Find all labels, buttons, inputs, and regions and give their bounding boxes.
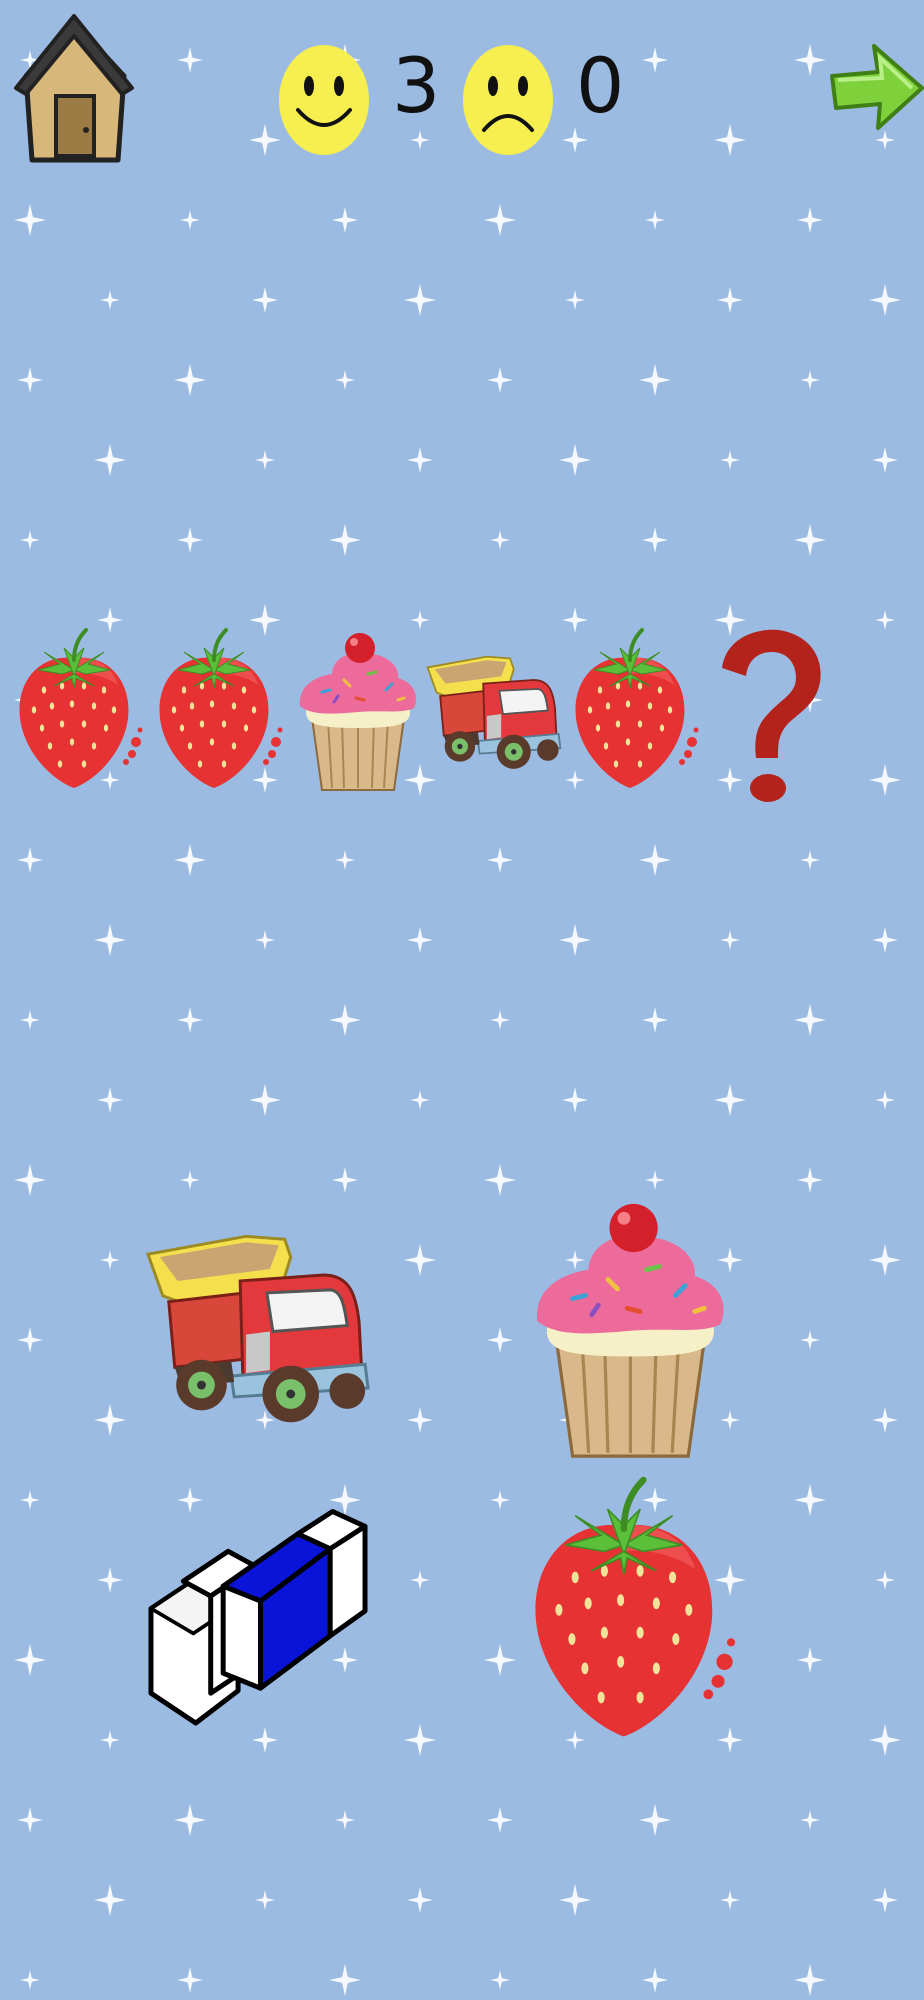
sequence-item-cupcake (298, 628, 420, 800)
choice-eraser[interactable] (146, 1500, 370, 1732)
home-button[interactable] (14, 12, 134, 163)
strawberry-icon (17, 628, 145, 790)
wrong-count: 0 (576, 41, 625, 130)
question-mark-icon (722, 629, 821, 802)
strawberry-icon (526, 1480, 738, 1756)
wrong-smiley (462, 44, 554, 156)
cupcake-icon (534, 1198, 730, 1470)
next-button[interactable] (828, 42, 924, 132)
smiley-sad-icon (463, 45, 553, 155)
sequence-item-strawberry (154, 628, 285, 800)
cupcake-icon (298, 631, 418, 792)
sequence-item-strawberry (570, 628, 701, 800)
choice-cupcake[interactable] (534, 1198, 730, 1470)
sparkle-background (14, 44, 901, 1996)
sequence-item-dump-truck (424, 650, 564, 780)
choice-strawberry[interactable] (526, 1480, 738, 1756)
eraser-icon (146, 1500, 370, 1732)
choice-dump-truck[interactable] (142, 1228, 374, 1438)
correct-count: 3 (392, 41, 441, 130)
smiley-happy-icon (279, 45, 369, 155)
dump-truck-icon (426, 655, 562, 770)
strawberry-icon (573, 628, 701, 790)
dump-truck-icon (146, 1234, 370, 1424)
correct-smiley (278, 44, 370, 156)
strawberry-icon (157, 628, 285, 790)
green-right-arrow-icon (830, 44, 924, 130)
house-icon (14, 14, 134, 163)
sequence-item-strawberry (14, 628, 145, 800)
sequence-unknown-question-mark (716, 628, 826, 808)
